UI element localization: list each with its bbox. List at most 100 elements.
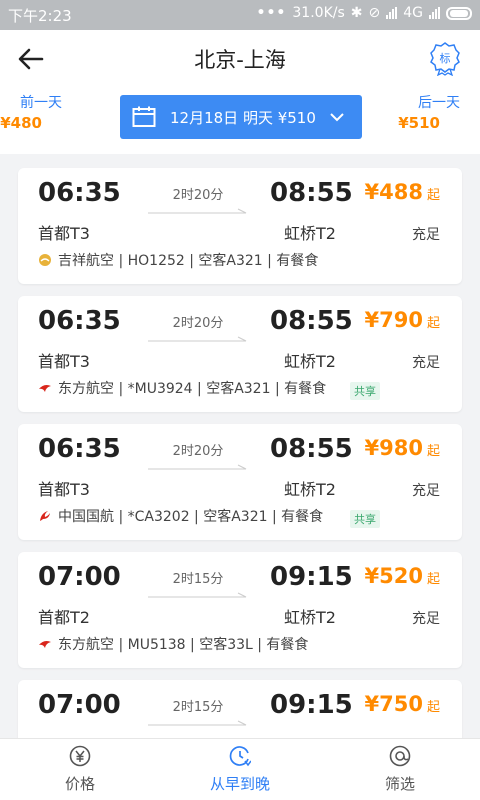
duration-arrow-icon [148, 592, 247, 598]
flight-duration: 2时20分 [172, 188, 224, 203]
flight-price: ¥750 起 [365, 692, 440, 716]
price-suffix: 起 [426, 316, 440, 331]
airline-info: 中国国航 | *CA3202 | 空客A321 | 有餐食 [58, 509, 324, 525]
china-eastern-logo-icon [39, 385, 51, 392]
departure-airport: 首都T3 [38, 224, 90, 243]
signal-icon-2 [429, 7, 440, 19]
duration-arrow-icon [148, 336, 247, 342]
tab-early-to-late-label: 从早到晚 [209, 775, 270, 793]
tab-price-label: 价格 [64, 775, 95, 793]
notification-dots-icon: ••• [256, 5, 287, 21]
chevron-down-icon [330, 113, 344, 122]
status-bar: 下午2:23 ••• 31.0K/s ✱ ⊘ 4G [0, 0, 480, 30]
arrival-airport: 虹桥T2 [284, 608, 336, 627]
signal-icon [386, 7, 398, 19]
departure-airport: 首都T2 [38, 608, 90, 627]
calendar-icon [132, 106, 156, 127]
codeshare-badge: 共享 [350, 510, 380, 528]
clock-sort-icon [229, 746, 251, 767]
departure-time: 06:35 [38, 434, 121, 464]
price-value: ¥520 [364, 564, 423, 588]
alarm-off-icon: ⊘ [368, 5, 381, 21]
price-suffix: 起 [426, 572, 440, 587]
status-right: ••• 31.0K/s ✱ ⊘ 4G [257, 5, 472, 21]
airline-info: 东方航空 | *MU3924 | 空客A321 | 有餐食 [58, 381, 327, 397]
flight-price: ¥520 起 [365, 564, 440, 588]
flight-duration: 2时15分 [172, 700, 224, 715]
seat-availability: 充足 [412, 611, 440, 627]
seat-availability: 充足 [412, 355, 440, 371]
tab-filter-label: 筛选 [384, 775, 415, 793]
duration-arrow-icon [148, 208, 247, 214]
flight-card[interactable]: 06:35 2时20分 08:55 ¥488 起 首都T3 虹桥T2 充足 吉祥航… [18, 168, 462, 284]
airline-info: 东方航空 | MU5138 | 空客33L | 有餐食 [58, 637, 309, 653]
date-selector[interactable]: 12月18日 明天 ¥510 [120, 95, 362, 139]
airline-info-row: 东方航空 | *MU3924 | 空客A321 | 有餐食 [38, 378, 326, 398]
flight-card[interactable]: 07:00 2时15分 09:15 ¥520 起 首都T2 虹桥T2 充足 东方航… [18, 552, 462, 668]
arrival-time: 08:55 [270, 178, 353, 208]
flight-price: ¥488 起 [365, 180, 440, 204]
arrival-airport: 虹桥T2 [284, 352, 336, 371]
page-title: 北京-上海 [194, 48, 286, 72]
codeshare-badge: 共享 [350, 382, 380, 400]
header: 北京-上海 标 前一天 ¥480 12月18日 明天 ¥510 后一天 ¥510 [0, 30, 480, 154]
filter-icon [389, 745, 411, 767]
prev-day-button[interactable]: 前一天 ¥480 [0, 92, 64, 132]
arrival-time: 08:55 [270, 434, 353, 464]
tab-price[interactable]: 价格 [20, 745, 140, 794]
yuan-icon [69, 745, 91, 767]
seat-availability: 充足 [412, 227, 440, 243]
price-value: ¥790 [364, 308, 423, 332]
airline-info: 吉祥航空 | HO1252 | 空客A321 | 有餐食 [58, 253, 319, 269]
date-selector-text: 12月18日 明天 ¥510 [170, 108, 316, 127]
flight-duration: 2时20分 [172, 316, 224, 331]
net-speed: 31.0K/s [292, 5, 345, 21]
flight-list: 06:35 2时20分 08:55 ¥488 起 首都T3 虹桥T2 充足 吉祥航… [0, 154, 480, 738]
departure-time: 06:35 [38, 178, 121, 208]
departure-time: 07:00 [38, 562, 121, 592]
network-type: 4G [403, 5, 423, 21]
departure-time: 06:35 [38, 306, 121, 336]
price-value: ¥980 [364, 436, 423, 460]
price-value: ¥750 [364, 692, 423, 716]
tab-early-to-late[interactable]: 从早到晚 [180, 745, 300, 794]
airline-info-row: 中国国航 | *CA3202 | 空客A321 | 有餐食 [38, 506, 323, 526]
departure-airport: 首都T3 [38, 352, 90, 371]
arrival-airport: 虹桥T2 [284, 224, 336, 243]
airline-info-row: 吉祥航空 | HO1252 | 空客A321 | 有餐食 [38, 250, 318, 270]
bluetooth-icon: ✱ [350, 5, 363, 21]
tab-filter[interactable]: 筛选 [340, 745, 460, 794]
price-suffix: 起 [426, 700, 440, 715]
duration-arrow-icon [148, 720, 247, 726]
departure-time: 07:00 [38, 690, 121, 720]
price-suffix: 起 [426, 444, 440, 459]
juneyao-logo-icon [39, 254, 51, 266]
prev-day-label: 前一天 [20, 95, 62, 111]
flight-duration: 2时15分 [172, 572, 224, 587]
next-day-label: 后一天 [418, 95, 460, 111]
bottom-tab-bar: 价格 从早到晚 筛选 [0, 738, 480, 800]
flight-price: ¥790 起 [365, 308, 440, 332]
airline-info-row: 东方航空 | MU5138 | 空客33L | 有餐食 [38, 634, 308, 654]
flight-card[interactable]: 06:35 2时20分 08:55 ¥790 起 首都T3 虹桥T2 充足 东方航… [18, 296, 462, 412]
arrival-time: 08:55 [270, 306, 353, 336]
flight-card[interactable]: 07:00 2时15分 09:15 ¥750 起 [18, 680, 462, 738]
prev-day-price: ¥480 [0, 114, 42, 132]
seat-availability: 充足 [412, 483, 440, 499]
next-day-price: ¥510 [398, 114, 440, 132]
standard-badge-icon[interactable]: 标 [430, 42, 460, 76]
flight-duration: 2时20分 [172, 444, 224, 459]
departure-airport: 首都T3 [38, 480, 90, 499]
china-eastern-logo-icon [39, 641, 51, 648]
arrival-time: 09:15 [270, 562, 353, 592]
next-day-button[interactable]: 后一天 ¥510 [398, 92, 462, 132]
flight-card[interactable]: 06:35 2时20分 08:55 ¥980 起 首都T3 虹桥T2 充足 中国国… [18, 424, 462, 540]
battery-icon [446, 6, 472, 20]
duration-arrow-icon [148, 464, 247, 470]
price-value: ¥488 [364, 180, 423, 204]
status-time: 下午2:23 [8, 7, 72, 25]
arrival-time: 09:15 [270, 690, 353, 720]
air-china-logo-icon [40, 511, 50, 521]
badge-char: 标 [440, 51, 451, 65]
arrival-airport: 虹桥T2 [284, 480, 336, 499]
